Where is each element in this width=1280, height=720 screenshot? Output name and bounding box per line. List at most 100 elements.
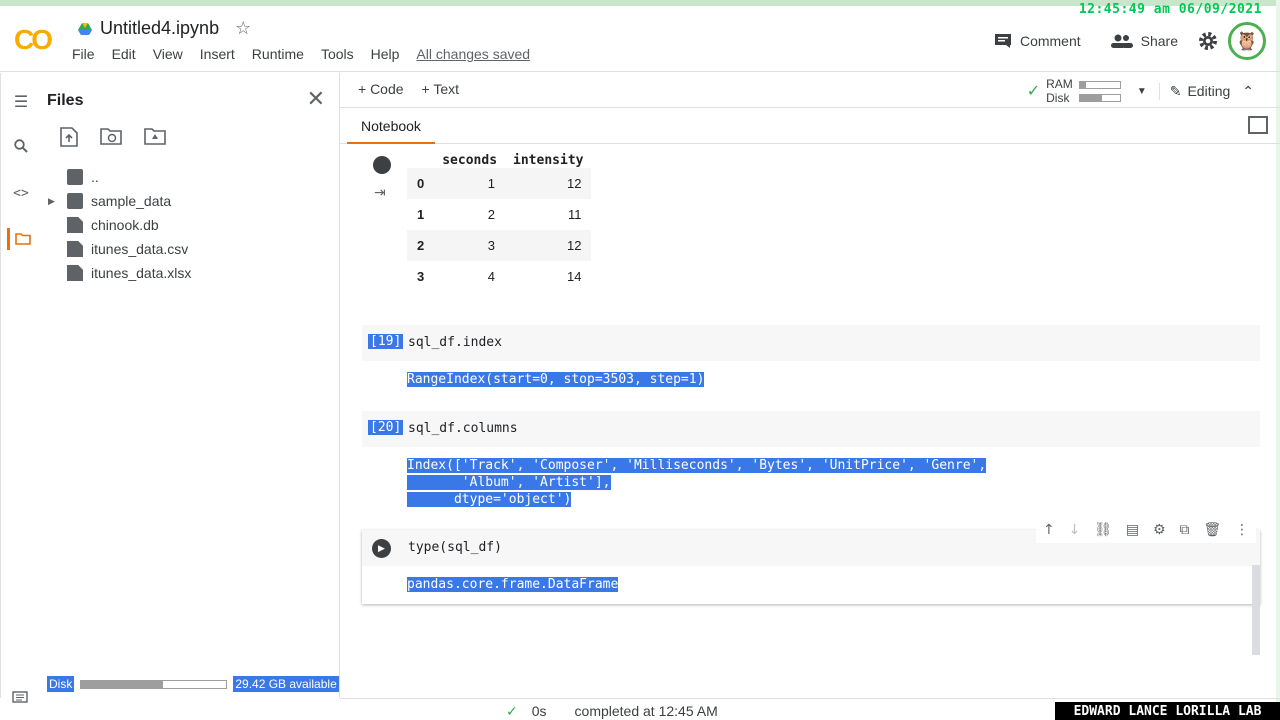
table-row: 2 3 12 xyxy=(407,230,592,261)
notebook-toolbar: + Code + Text ✓ RAM Disk ▼ ✎ Editing ⌃ xyxy=(340,73,1280,108)
toc-icon[interactable]: ☰ xyxy=(10,91,32,113)
resource-monitor[interactable]: ✓ RAM Disk ▼ xyxy=(1027,77,1147,105)
parent-folder-icon xyxy=(67,169,83,185)
cell-output: pandas.core.frame.DataFrame xyxy=(407,576,619,593)
disk-available: 29.42 GB available xyxy=(233,676,339,692)
colab-logo[interactable]: CO xyxy=(14,24,53,56)
tree-item-label: itunes_data.xlsx xyxy=(91,265,192,281)
table-header: seconds intensity xyxy=(407,153,591,168)
add-text-button[interactable]: + Text xyxy=(422,81,460,97)
share-button[interactable]: Share xyxy=(1101,29,1188,53)
menu-file[interactable]: File xyxy=(72,46,105,62)
gear-icon[interactable]: ⚙ xyxy=(1153,522,1166,538)
disk-usage: Disk 29.42 GB available xyxy=(47,676,339,692)
cell-code[interactable]: sql_df.index xyxy=(408,335,502,350)
tree-item-sample-data[interactable]: ▶ sample_data xyxy=(42,189,340,213)
share-label: Share xyxy=(1140,33,1178,49)
pencil-icon: ✎ xyxy=(1169,82,1182,99)
editing-button[interactable]: ✎ Editing xyxy=(1158,82,1230,100)
chevron-down-icon[interactable]: ▼ xyxy=(1137,86,1147,97)
run-button-icon[interactable] xyxy=(373,156,391,174)
owl-icon: 🦉 xyxy=(1235,30,1259,51)
notebook-title[interactable]: Untitled4.ipynb xyxy=(100,18,219,39)
output-text: pandas.core.frame.DataFrame xyxy=(407,577,619,592)
row-index: 0 xyxy=(407,168,435,199)
disk-meter-fill xyxy=(81,680,163,688)
expand-arrow-icon[interactable]: ▶ xyxy=(48,189,55,213)
tree-item-label: chinook.db xyxy=(91,217,159,233)
close-icon[interactable]: ✕ xyxy=(307,86,325,112)
code-cell[interactable]: [19] sql_df.index RangeIndex(start=0, st… xyxy=(362,325,1260,388)
move-up-icon[interactable]: ↑ xyxy=(1043,522,1055,538)
cell-input[interactable]: [19] sql_df.index xyxy=(362,325,1260,361)
folder-icon xyxy=(67,193,83,209)
folder-icon[interactable] xyxy=(7,228,35,250)
terminal-icon[interactable] xyxy=(12,690,28,706)
code-cell[interactable]: [20] sql_df.columns Index(['Track', 'Com… xyxy=(362,411,1260,511)
dataframe-output: seconds intensity 0 1 12 1 2 11 2 3 12 3 4 14 xyxy=(407,153,592,292)
tree-item-chinook[interactable]: chinook.db xyxy=(42,213,340,237)
file-icon xyxy=(67,241,83,257)
disk-label: Disk xyxy=(47,676,75,692)
star-icon[interactable]: ☆ xyxy=(235,18,251,39)
files-panel: Files ✕ .. ▶ sample_data chinook.db itune… xyxy=(42,73,340,698)
output-icon[interactable]: ⇥ xyxy=(374,185,386,201)
mirror-cell-icon[interactable]: ⧉ xyxy=(1179,522,1189,538)
add-code-button[interactable]: + Code xyxy=(358,81,404,97)
menu-help[interactable]: Help xyxy=(371,46,410,62)
menu-tools[interactable]: Tools xyxy=(321,46,364,62)
tree-item-parent[interactable]: .. xyxy=(42,165,340,189)
side-panel-icon[interactable] xyxy=(1248,116,1268,134)
search-icon[interactable] xyxy=(10,135,32,157)
files-title: Files xyxy=(47,92,84,109)
comment-label: Comment xyxy=(1019,33,1081,49)
link-icon[interactable]: ⛓ xyxy=(1094,522,1112,538)
scrollbar[interactable] xyxy=(1252,565,1260,655)
ram-bar xyxy=(1078,80,1121,89)
play-icon[interactable]: ▶ xyxy=(372,539,391,558)
upload-icon[interactable] xyxy=(60,127,78,147)
tree-item-itunes-csv[interactable]: itunes_data.csv xyxy=(42,237,340,261)
menu-runtime[interactable]: Runtime xyxy=(252,46,314,62)
cell-toolbar: ↑ ↓ ⛓ ▤ ⚙ ⧉ 🗑 ⋮ xyxy=(1036,517,1256,543)
menu-bar: File Edit View Insert Runtime Tools Help… xyxy=(72,46,547,62)
cell-value: 3 xyxy=(434,230,506,261)
column-header xyxy=(407,153,434,168)
cell-value: 12 xyxy=(505,230,592,261)
comment-icon[interactable]: ▤ xyxy=(1126,522,1139,538)
column-header: intensity xyxy=(513,153,584,168)
execution-count: [20] xyxy=(368,420,404,435)
cell-code[interactable]: type(sql_df) xyxy=(408,540,502,555)
collapse-icon[interactable]: ⌃ xyxy=(1242,83,1254,100)
avatar[interactable]: 🦉 xyxy=(1228,22,1266,60)
exec-time: 0s xyxy=(531,703,547,719)
insert-buttons: + Code + Text xyxy=(358,81,459,97)
disk-label: Disk xyxy=(1046,91,1070,105)
comment-button[interactable]: Comment xyxy=(984,29,1091,53)
mount-drive-icon[interactable] xyxy=(144,127,166,145)
code-snippets-icon[interactable]: <> xyxy=(10,182,32,204)
table-row: 1 2 11 xyxy=(407,199,591,230)
menu-view[interactable]: View xyxy=(153,46,193,62)
file-icon xyxy=(67,265,83,281)
side-rail: ☰ <> xyxy=(0,73,42,698)
menu-edit[interactable]: Edit xyxy=(112,46,146,62)
tree-item-label: .. xyxy=(91,169,99,185)
more-icon[interactable]: ⋮ xyxy=(1235,522,1249,538)
header-actions: Comment Share 🦉 xyxy=(984,22,1266,60)
move-down-icon[interactable]: ↓ xyxy=(1069,522,1081,538)
gear-icon[interactable] xyxy=(1198,31,1218,51)
trash-icon[interactable]: 🗑 xyxy=(1203,522,1221,538)
tree-item-itunes-xlsx[interactable]: itunes_data.xlsx xyxy=(42,261,340,285)
menu-insert[interactable]: Insert xyxy=(200,46,245,62)
refresh-folder-icon[interactable] xyxy=(100,127,122,145)
tab-notebook[interactable]: Notebook xyxy=(347,108,435,144)
check-icon: ✓ xyxy=(506,703,518,719)
cell-input[interactable]: [20] sql_df.columns xyxy=(362,411,1260,447)
tab-bar: Notebook xyxy=(340,108,1280,144)
cell-code[interactable]: sql_df.columns xyxy=(408,421,518,436)
ram-label: RAM xyxy=(1046,77,1073,91)
exec-status: completed at 12:45 AM xyxy=(574,703,718,719)
cell-output: RangeIndex(start=0, stop=3503, step=1) xyxy=(407,371,705,388)
save-status[interactable]: All changes saved xyxy=(416,46,540,62)
